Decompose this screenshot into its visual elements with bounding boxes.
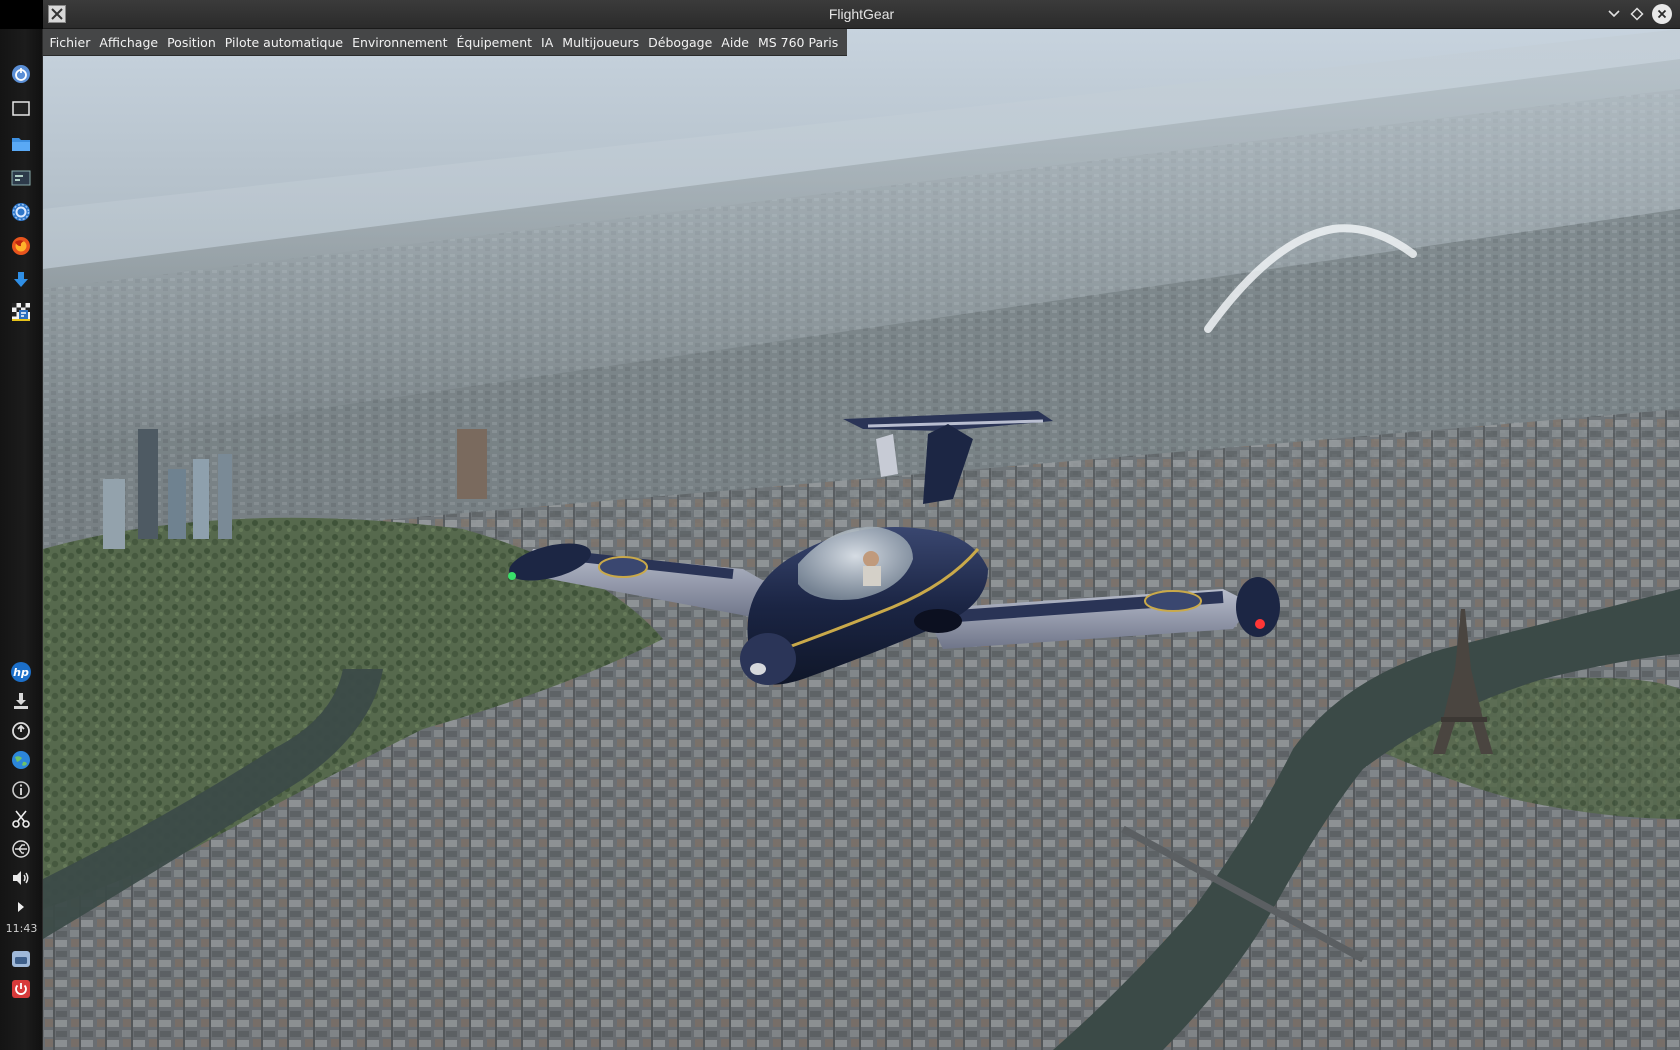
firefox-icon (12, 237, 30, 255)
flightgear-button[interactable] (9, 300, 33, 324)
hp-button[interactable]: hp (9, 660, 33, 684)
lock-screen-button[interactable] (9, 947, 33, 971)
tray-expand-button[interactable] (9, 895, 33, 919)
terminal-button[interactable] (9, 166, 33, 190)
window-titlebar[interactable]: FlightGear (43, 0, 1680, 29)
menu-equipement[interactable]: Équipement (452, 29, 537, 56)
menu-ms760-paris[interactable]: MS 760 Paris (753, 29, 842, 56)
tray-expand-icon (18, 902, 24, 912)
download-button[interactable] (9, 268, 33, 292)
volume-button[interactable] (9, 866, 33, 890)
power-icon (12, 980, 30, 998)
svg-text:hp: hp (13, 666, 29, 679)
terminal-icon (11, 170, 31, 186)
file-manager-button[interactable] (9, 132, 33, 156)
firefox-button[interactable] (9, 234, 33, 258)
menu-debogage[interactable]: Débogage (644, 29, 717, 56)
download-icon (14, 272, 28, 287)
menu-position[interactable]: Position (163, 29, 221, 56)
lock-screen-icon (12, 951, 30, 967)
chevron-down-icon (1608, 10, 1620, 18)
usb-icon (12, 840, 30, 858)
flight-viewport[interactable] (43, 29, 1680, 1050)
system-settings-icon (12, 203, 30, 221)
menu-fichier[interactable]: Fichier (45, 29, 95, 56)
diamond-icon (1630, 7, 1644, 21)
paris-aerial-scene (43, 29, 1680, 1050)
window-title: FlightGear (828, 6, 895, 22)
menu-pilote-automatique[interactable]: Pilote automatique (220, 29, 347, 56)
close-button[interactable] (1652, 4, 1672, 24)
usb-button[interactable] (9, 837, 33, 861)
network-globe-button[interactable] (9, 748, 33, 772)
menu-multijoueurs[interactable]: Multijoueurs (558, 29, 644, 56)
flightgear-icon (12, 303, 30, 321)
flightgear-desktop: FlightGear hp 11:43 Fichier Affichage Po… (0, 0, 1680, 1050)
info-icon (12, 781, 30, 799)
volume-icon (13, 871, 29, 885)
minimize-button[interactable] (1604, 4, 1624, 24)
app-menu-icon (12, 65, 30, 83)
network-globe-icon (12, 751, 30, 769)
menu-affichage[interactable]: Affichage (95, 29, 163, 56)
clock[interactable]: 11:43 (0, 922, 43, 935)
x11-app-icon[interactable] (48, 5, 66, 23)
hp-icon: hp (11, 662, 31, 682)
drive-mount-icon (14, 693, 28, 709)
power-button[interactable] (9, 977, 33, 1001)
show-desktop-button[interactable] (9, 97, 33, 121)
updates-button[interactable] (9, 719, 33, 743)
taskbar: hp 11:43 (0, 29, 43, 1050)
app-menu-button[interactable] (9, 62, 33, 86)
show-desktop-icon (12, 101, 30, 116)
menubar: Fichier Affichage Position Pilote automa… (43, 29, 847, 56)
maximize-button[interactable] (1627, 4, 1647, 24)
system-settings-button[interactable] (9, 200, 33, 224)
menu-ia[interactable]: IA (537, 29, 558, 56)
close-icon (1657, 9, 1667, 19)
screenshot-scissors-icon (12, 810, 30, 828)
updates-icon (12, 722, 30, 740)
screenshot-button[interactable] (9, 807, 33, 831)
menu-environnement[interactable]: Environnement (348, 29, 452, 56)
info-button[interactable] (9, 778, 33, 802)
file-manager-icon (12, 138, 30, 151)
menu-aide[interactable]: Aide (717, 29, 754, 56)
drive-mount-button[interactable] (9, 689, 33, 713)
